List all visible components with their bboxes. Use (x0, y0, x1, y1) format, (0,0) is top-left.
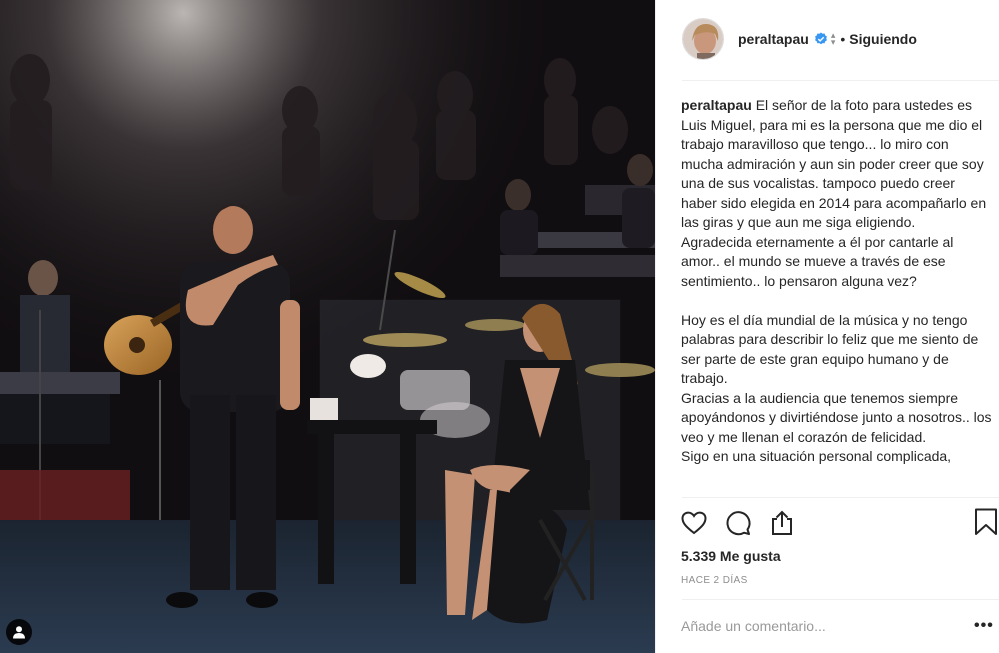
concert-stage-image (0, 0, 655, 653)
like-button[interactable] (680, 509, 708, 537)
comment-bubble-icon (726, 511, 751, 536)
caption-paragraph-4: Gracias a la audiencia que tenemos siemp… (681, 389, 992, 445)
avatar[interactable] (682, 18, 724, 60)
caption-paragraph-3: Hoy es el día mundial de la música y no … (681, 311, 979, 387)
likes-count[interactable]: 5.339 Me gusta (681, 548, 781, 564)
comment-divider (682, 599, 999, 600)
actions-divider (682, 497, 999, 498)
post-timestamp[interactable]: HACE 2 DÍAS (681, 575, 748, 586)
share-icon (772, 510, 792, 535)
chevron-updown-icon[interactable]: ▴ ▾ (831, 31, 836, 47)
post-side-panel: peraltapau ▴ ▾ • Siguiendo peraltapau El … (655, 0, 999, 653)
post-caption: peraltapau El señor de la foto para uste… (681, 96, 993, 496)
caption-paragraph-2: Agradecida eternamente a él por cantarle… (681, 233, 954, 289)
user-tag-icon (13, 626, 25, 639)
header-separator: • (840, 31, 846, 47)
post-header: peraltapau ▴ ▾ • Siguiendo (656, 0, 999, 78)
comment-input[interactable] (681, 618, 941, 634)
comment-button[interactable] (724, 509, 752, 537)
share-button[interactable] (768, 509, 796, 537)
more-options-icon[interactable]: ••• (974, 617, 994, 635)
heart-icon (681, 511, 707, 535)
follow-status-button[interactable]: Siguiendo (849, 31, 917, 47)
bookmark-icon (975, 508, 997, 535)
post-actions (680, 507, 980, 539)
tagged-users-button[interactable] (6, 619, 32, 645)
save-button[interactable] (974, 508, 999, 538)
caption-username-link[interactable]: peraltapau (681, 97, 752, 113)
username-link[interactable]: peraltapau (738, 31, 809, 47)
verified-badge-icon (814, 32, 827, 45)
caption-paragraph-5: Sigo en una situación personal complicad… (681, 448, 952, 464)
avatar-image (683, 19, 723, 59)
caption-paragraph-1: peraltapau El señor de la foto para uste… (681, 97, 987, 230)
post-photo[interactable] (0, 0, 655, 653)
header-divider (682, 80, 999, 81)
